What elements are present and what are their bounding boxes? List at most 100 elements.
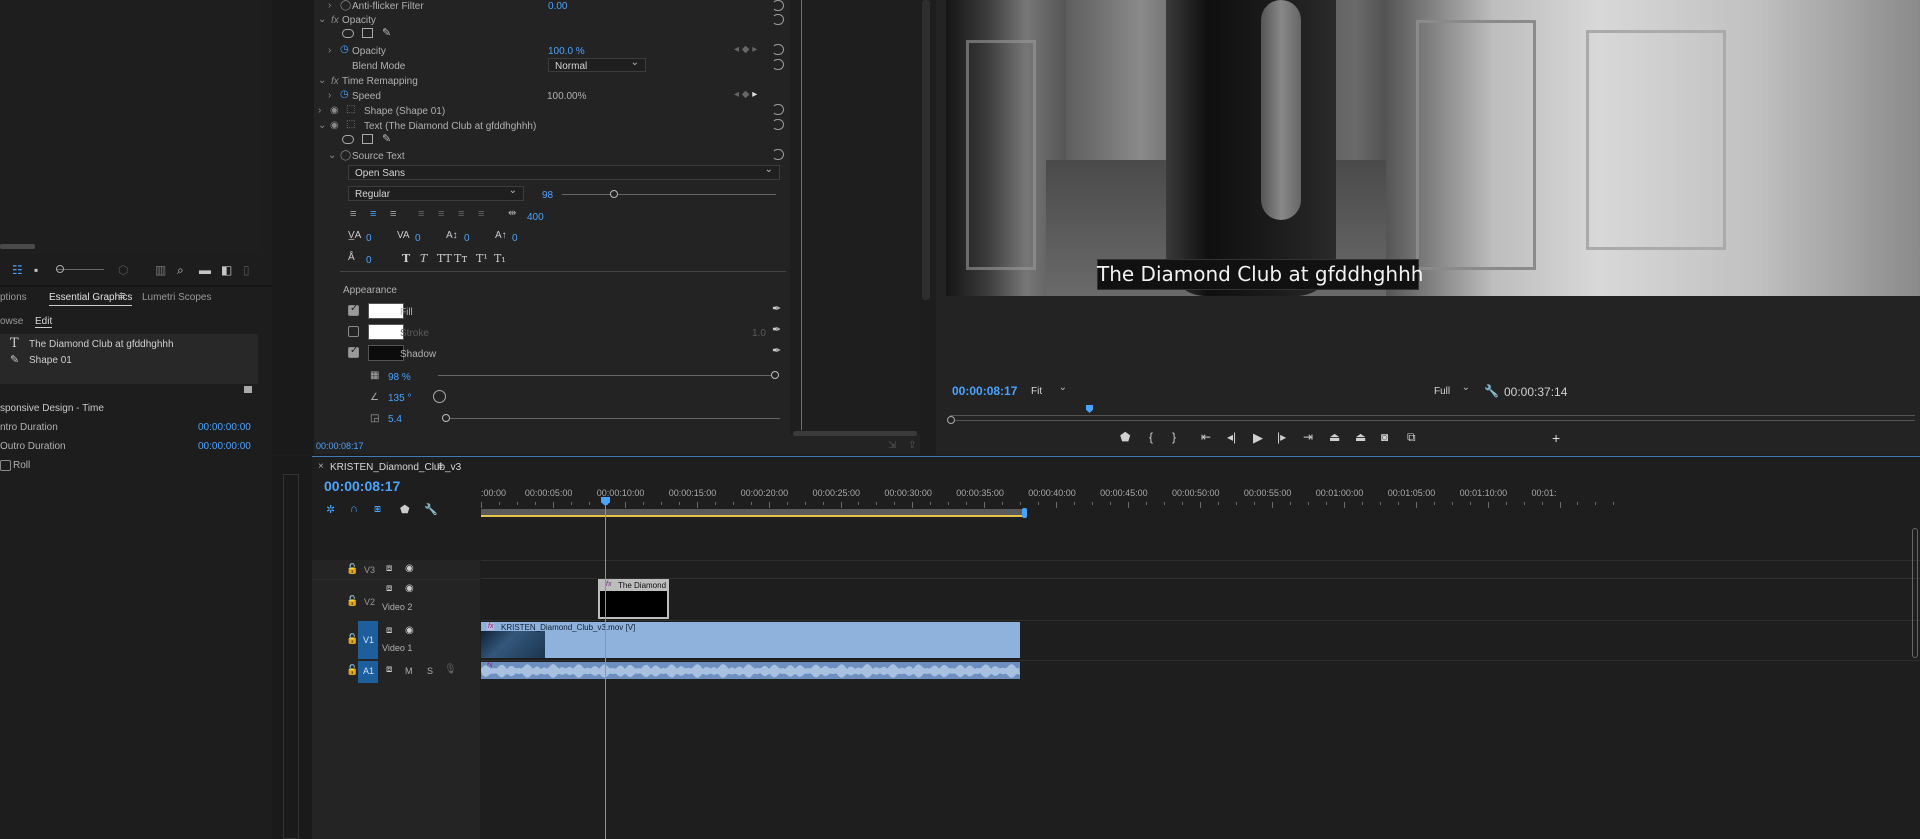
kerning-value[interactable]: 0: [366, 233, 372, 244]
zoom-bar-start[interactable]: [947, 416, 955, 424]
track-a1-label[interactable]: A1: [363, 666, 374, 676]
align-right-icon[interactable]: ≡: [390, 208, 396, 220]
ellipse-mask-icon[interactable]: [342, 135, 354, 144]
mute-button[interactable]: M: [405, 666, 413, 676]
timeline-timecode[interactable]: 00:00:08:17: [324, 478, 400, 494]
keyframe-nav-icon[interactable]: ◂ ◆ ▸: [734, 89, 757, 100]
pen-mask-icon[interactable]: ✎: [382, 132, 391, 145]
panel-menu-icon[interactable]: ≡: [119, 290, 125, 302]
reset-icon[interactable]: [772, 119, 784, 130]
expand-chevron[interactable]: ›: [328, 90, 331, 101]
collapse-chevron[interactable]: ⌄: [318, 14, 326, 25]
angle-dial[interactable]: [433, 390, 446, 403]
work-area-end[interactable]: [1022, 508, 1027, 518]
comparison-view-icon[interactable]: ⧉: [1407, 430, 1416, 445]
quality-dropdown[interactable]: Full: [1428, 382, 1476, 399]
clear-icon[interactable]: ▯: [243, 263, 250, 277]
shift-value[interactable]: 0: [512, 233, 518, 244]
reset-icon[interactable]: [772, 149, 784, 160]
shadow-checkbox[interactable]: [348, 345, 359, 358]
collapse-chevron[interactable]: ⌄: [318, 75, 326, 86]
go-to-in-icon[interactable]: ⇤: [1201, 430, 1211, 444]
add-marker-icon[interactable]: ⬟: [400, 503, 410, 516]
button-editor-icon[interactable]: +: [1552, 430, 1560, 446]
export-frame-icon[interactable]: ◙: [1381, 430, 1388, 444]
align-center-icon[interactable]: ≡: [370, 208, 376, 220]
blend-mode-dropdown[interactable]: Normal: [548, 57, 646, 72]
reset-icon[interactable]: [772, 0, 784, 11]
new-layer-icon[interactable]: [244, 386, 252, 393]
roll-checkbox[interactable]: [0, 460, 11, 471]
shadow-angle-value[interactable]: 135 °: [388, 393, 411, 404]
reset-icon[interactable]: [772, 104, 784, 115]
ec-timecode[interactable]: 00:00:08:17: [316, 441, 364, 451]
subscript-button[interactable]: T₁: [494, 252, 506, 265]
lock-icon[interactable]: 🔓: [346, 634, 358, 645]
zoom-slider-knob[interactable]: [56, 265, 64, 273]
eyedropper-icon[interactable]: ✒: [772, 323, 781, 336]
layer-item-shape[interactable]: ✎ Shape 01: [0, 352, 258, 368]
eye-icon[interactable]: ◉: [330, 120, 339, 131]
stopwatch-icon[interactable]: ◷: [340, 44, 349, 55]
stroke-checkbox[interactable]: [348, 326, 359, 337]
add-marker-icon[interactable]: ⬟: [1120, 430, 1130, 444]
eyedropper-icon[interactable]: ✒: [772, 302, 781, 315]
justify-all-icon[interactable]: ≡: [478, 208, 484, 220]
eye-icon[interactable]: ◉: [330, 105, 339, 116]
reset-icon[interactable]: [772, 59, 784, 70]
font-size-slider-knob[interactable]: [610, 190, 618, 198]
lock-icon[interactable]: 🔓: [346, 665, 358, 676]
justify-right-icon[interactable]: ≡: [458, 208, 464, 220]
new-item-icon[interactable]: ◧: [221, 263, 232, 277]
settings-wrench-icon[interactable]: 🔧: [1484, 384, 1499, 398]
snap-icon[interactable]: ∩: [350, 503, 358, 515]
solo-button[interactable]: S: [427, 666, 433, 676]
tab-lumetri-scopes[interactable]: Lumetri Scopes: [142, 292, 211, 303]
list-view-icon[interactable]: ☷: [12, 263, 23, 277]
shadow-distance-slider-track[interactable]: [446, 418, 780, 419]
eye-icon[interactable]: ◉: [405, 625, 414, 636]
fill-color-swatch[interactable]: [368, 303, 404, 319]
go-to-out-icon[interactable]: ⇥: [1303, 430, 1313, 444]
video-clip[interactable]: fx KRISTEN_Diamond_Club_v3.mov [V]: [481, 622, 1020, 658]
graphic-clip[interactable]: fx The Diamond Clu: [598, 579, 669, 619]
export-icon[interactable]: ⇪: [908, 440, 916, 451]
lock-icon[interactable]: 🔓: [346, 564, 358, 575]
expand-chevron[interactable]: ›: [328, 45, 331, 56]
antiflicker-value[interactable]: 0.00: [548, 1, 567, 12]
timeline-settings-icon[interactable]: 🔧: [424, 503, 438, 516]
outro-duration-value[interactable]: 00:00:00:00: [198, 441, 251, 452]
font-family-dropdown[interactable]: Open Sans: [348, 164, 780, 180]
justify-center-icon[interactable]: ≡: [438, 208, 444, 220]
eye-icon[interactable]: ◉: [405, 583, 414, 594]
fill-checkbox[interactable]: [348, 303, 359, 316]
time-ruler[interactable]: :00:00 00:00:05:00 00:00:10:00 00:00:15:00 0…: [481, 484, 1920, 508]
baseline-value[interactable]: 0: [464, 233, 470, 244]
sync-lock-icon[interactable]: ⧈: [386, 664, 392, 675]
leading-value[interactable]: 0: [415, 233, 421, 244]
track-v3-label[interactable]: V3: [364, 565, 375, 575]
tab-browse[interactable]: owse: [0, 316, 23, 327]
step-back-icon[interactable]: ◂|: [1227, 430, 1236, 444]
tracking-value[interactable]: 400: [527, 212, 544, 223]
sync-lock-icon[interactable]: ⧈: [386, 563, 392, 574]
pen-mask-icon[interactable]: ✎: [382, 26, 391, 39]
reset-icon[interactable]: [772, 14, 784, 25]
timeline-vertical-scroll[interactable]: [1912, 528, 1918, 658]
ellipse-mask-icon[interactable]: [342, 29, 354, 38]
tab-options[interactable]: ptions: [0, 292, 27, 303]
new-bin-icon[interactable]: ▬: [199, 263, 211, 277]
linked-selection-icon[interactable]: ⧆: [374, 503, 381, 516]
program-timecode[interactable]: 00:00:08:17: [952, 384, 1017, 398]
work-area-bar[interactable]: [481, 509, 1026, 517]
sync-lock-icon[interactable]: ⧈: [386, 625, 392, 636]
eyedropper-icon[interactable]: ✒: [772, 344, 781, 357]
shadow-color-swatch[interactable]: [368, 345, 404, 361]
speed-value[interactable]: 100.00%: [547, 91, 586, 102]
expand-chevron[interactable]: ›: [318, 105, 321, 116]
play-icon[interactable]: ▶: [1253, 430, 1263, 446]
track-v1-label[interactable]: V1: [363, 635, 374, 645]
font-style-dropdown[interactable]: Regular: [348, 185, 524, 201]
shadow-opacity-slider-track[interactable]: [438, 375, 776, 376]
shadow-distance-slider-knob[interactable]: [442, 414, 450, 422]
